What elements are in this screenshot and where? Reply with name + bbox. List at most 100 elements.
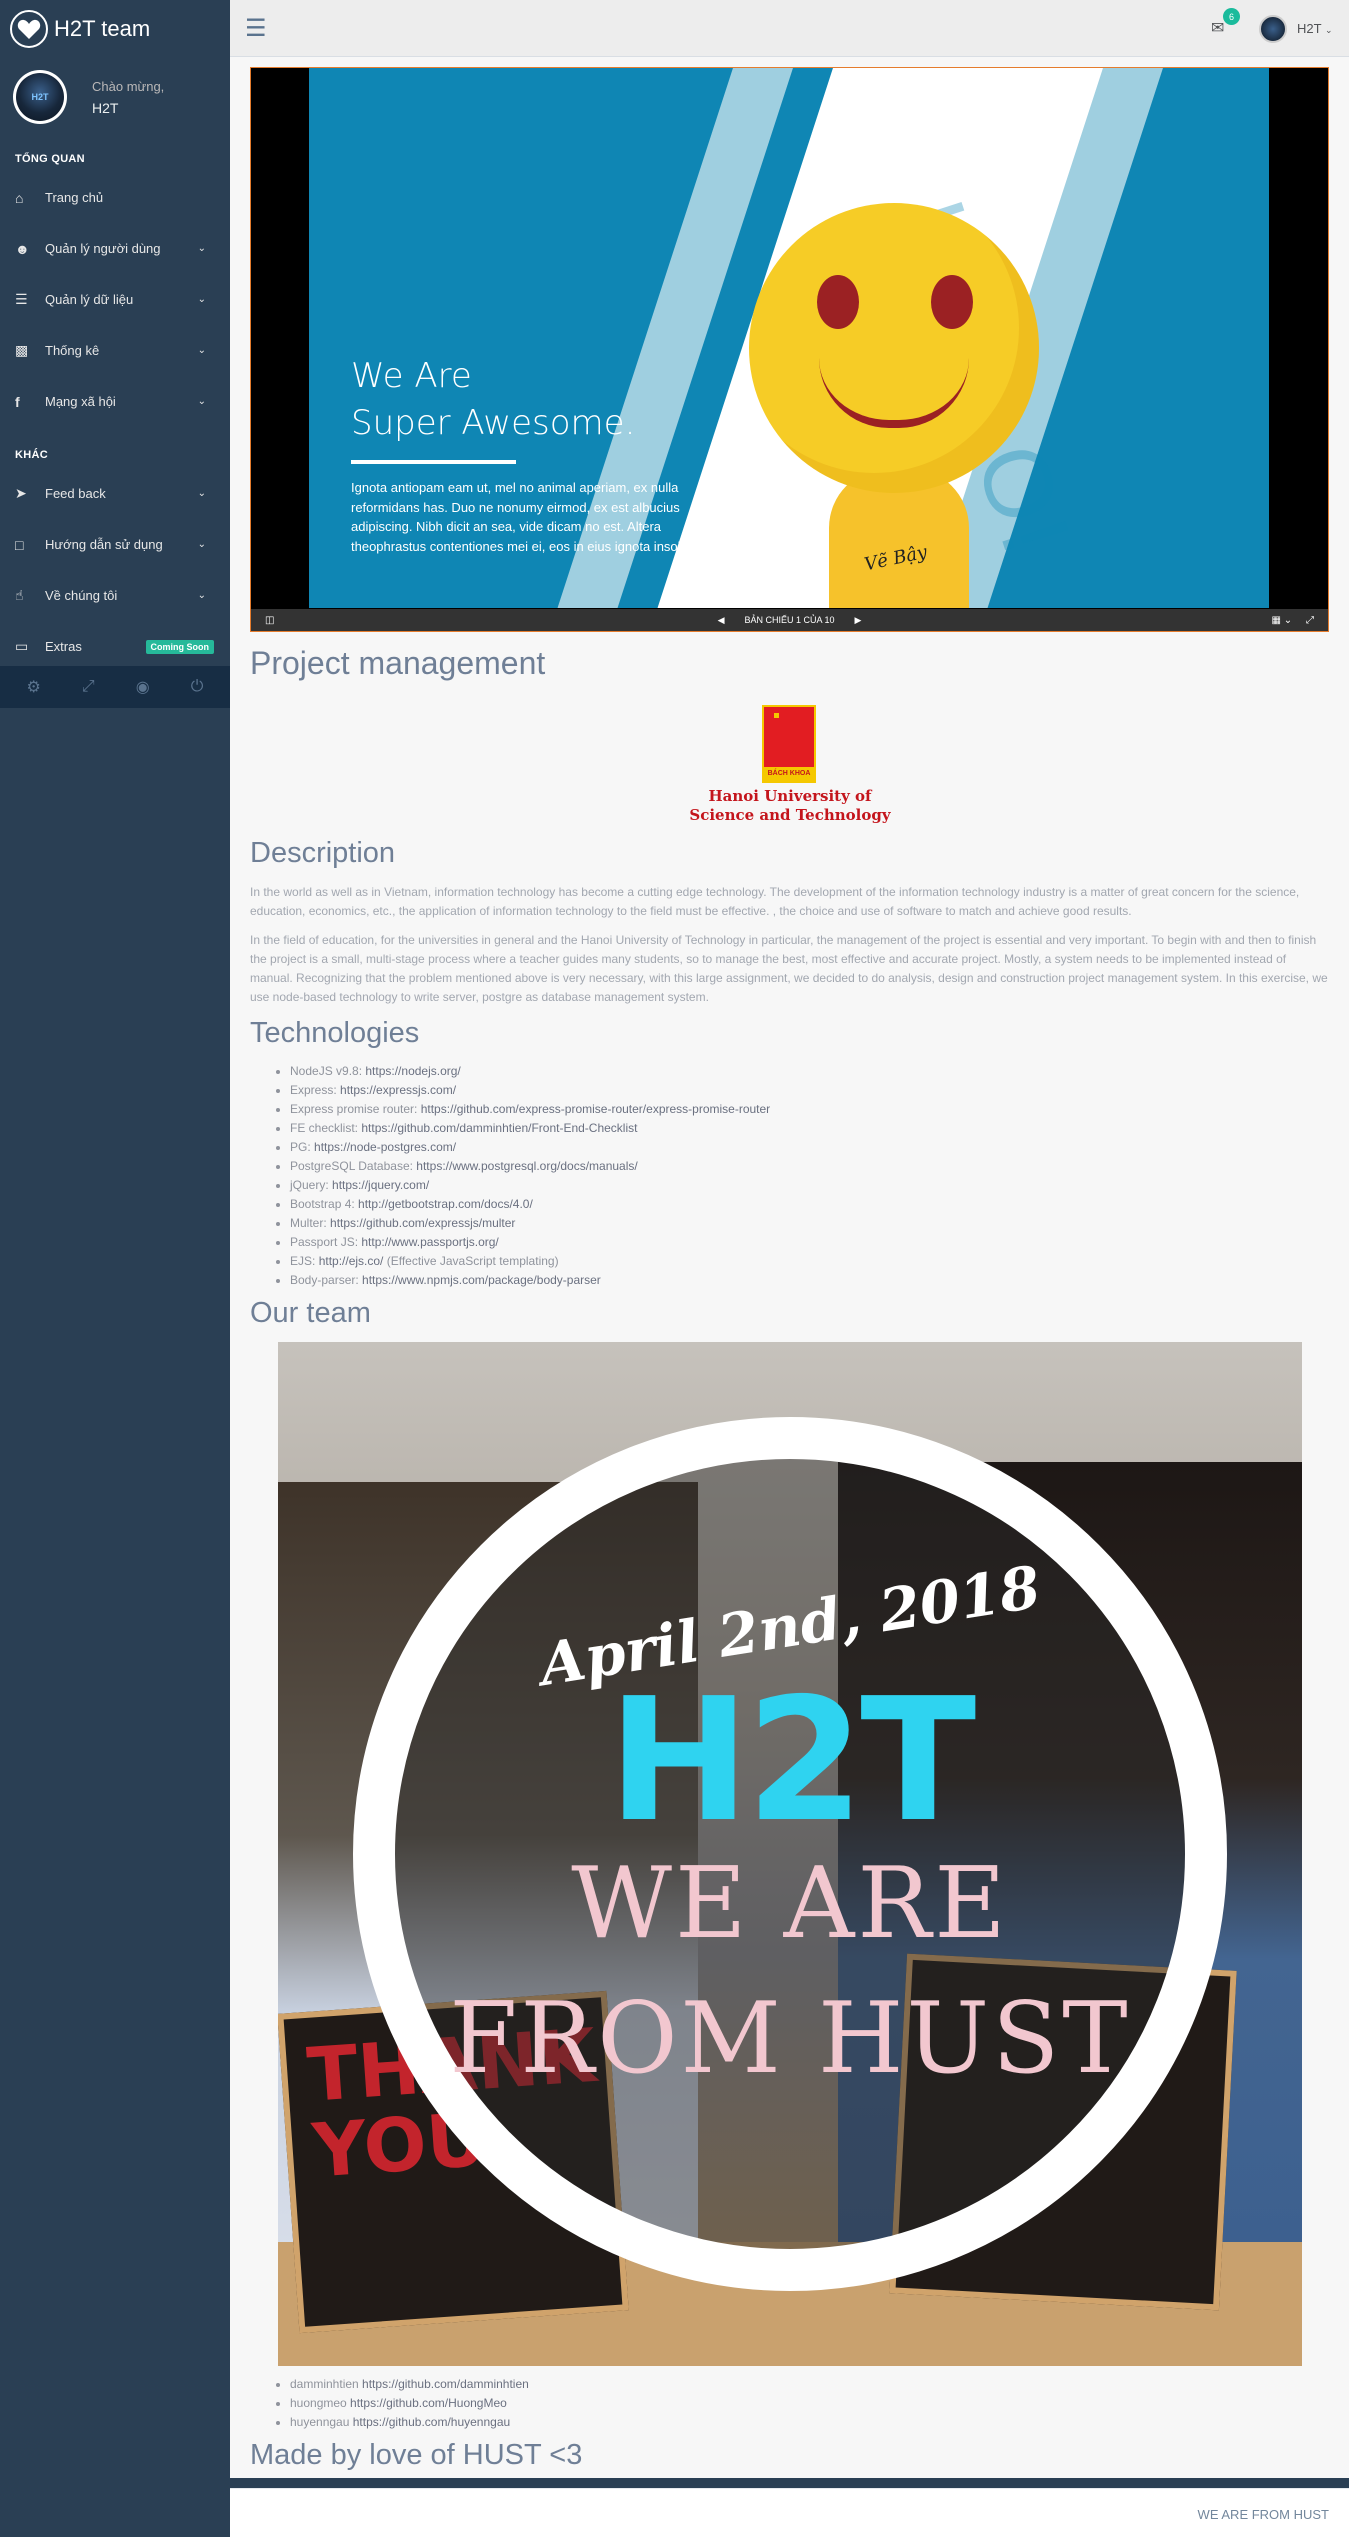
list-item: NodeJS v9.8: https://nodejs.org/ [290,1062,770,1081]
sidebar-item-label: Hướng dẫn sử dụng [45,537,163,552]
sidebar-item-extras[interactable]: ▭ Extras Coming Soon [0,621,230,672]
menu-toggle-icon[interactable]: ☰ [245,14,267,43]
made-by-title: Made by love of HUST <3 [250,2439,583,2471]
tech-link[interactable]: http://ejs.co/ [319,1254,384,1268]
menu-section-other: KHÁC [15,449,48,461]
tech-link[interactable]: https://github.com/damminhtien/Front-End… [361,1121,637,1135]
sidebar-item-feedback[interactable]: ➤ Feed back ⌄ [0,468,230,519]
prev-slide-icon[interactable]: ◀ [718,615,725,626]
team-title: Our team [250,1297,371,1329]
lock-icon[interactable]: ◉ [136,677,150,697]
chevron-down-icon: ⌄ [197,345,206,356]
list-item: FE checklist: https://github.com/damminh… [290,1119,770,1138]
slide-page-indicator: BẢN CHIẾU 1 CỦA 10 [744,615,835,625]
hust-logo-text: Hanoi University of Science and Technolo… [670,787,910,825]
laptop-icon: ▭ [15,638,29,654]
settings-icon[interactable]: ⚙ [27,677,41,697]
envelope-icon[interactable]: ✉ [1211,18,1224,38]
logo-line2: Science and Technology [689,806,891,824]
member-link[interactable]: https://github.com/huyenngau [353,2415,510,2429]
slide-heading: We Are Super Awesome. [351,353,635,447]
notes-icon[interactable]: ◫ [265,615,274,626]
brand-title: H2T team [54,15,151,41]
tech-link[interactable]: https://nodejs.org/ [365,1064,460,1078]
paper-plane-icon: ➤ [15,485,27,501]
member-link[interactable]: https://github.com/damminhtien [362,2377,529,2391]
list-item: Multer: https://github.com/expressjs/mul… [290,1214,770,1233]
hust-logo: BÁCH KHOA [762,705,816,783]
chevron-down-icon: ⌄ [197,590,206,601]
tech-link[interactable]: https://github.com/expressjs/multer [330,1216,515,1230]
sidebar-item-guide[interactable]: □ Hướng dẫn sử dụng ⌄ [0,519,230,570]
logo-badge: BÁCH KHOA [764,767,814,781]
logout-icon[interactable]: ⏻ [191,678,204,696]
chevron-down-icon: ⌄ [197,539,206,550]
tech-name: PG: [290,1140,315,1154]
photo-h2t: H2T [607,1662,977,1860]
fullscreen-icon[interactable]: ⤢ [82,678,95,696]
slide-heading-line2: Super Awesome. [351,403,636,443]
menu-section-overview: TỔNG QUAN [15,153,85,165]
technologies-list: NodeJS v9.8: https://nodejs.org/ Express… [290,1062,770,1290]
slide-divider [351,460,516,464]
tech-note: (Effective JavaScript templating) [383,1254,559,1268]
avatar[interactable]: H2T [13,70,67,124]
member-link[interactable]: https://github.com/HuongMeo [350,2396,507,2410]
technologies-title: Technologies [250,1017,420,1049]
tech-link[interactable]: https://jquery.com/ [332,1178,429,1192]
photo-line1: WE ARE [571,1847,1009,1961]
tech-link[interactable]: https://node-postgres.com/ [314,1140,456,1154]
tech-link[interactable]: https://www.npmjs.com/package/body-parse… [362,1273,601,1287]
sidebar-item-data[interactable]: ☰ Quản lý dữ liệu ⌄ [0,274,230,325]
tech-link[interactable]: http://www.passportjs.org/ [361,1235,498,1249]
fullscreen-icon[interactable]: ▦ ⌄ ⤢ [1272,615,1315,626]
list-item: EJS: http://ejs.co/ (Effective JavaScrip… [290,1252,770,1271]
tech-name: PostgreSQL Database: [290,1159,417,1173]
slideshow-controls: ◫ ◀ BẢN CHIẾU 1 CỦA 10 ▶ ▦ ⌄ ⤢ [251,609,1328,631]
tech-link[interactable]: https://expressjs.com/ [340,1083,456,1097]
tech-name: FE checklist: [290,1121,362,1135]
user-name: H2T [1297,21,1322,36]
next-slide-icon[interactable]: ▶ [855,615,862,626]
sidebar-item-stats[interactable]: ▩ Thống kê ⌄ [0,325,230,376]
profile-greeting: Chào mừng, [92,78,165,94]
sidebar: H2T team H2T Chào mừng, H2T TỔNG QUAN ⌂ … [0,0,230,2537]
tech-link[interactable]: https://github.com/express-promise-route… [421,1102,770,1116]
tech-link[interactable]: http://getbootstrap.com/docs/4.0/ [358,1197,533,1211]
sidebar-item-users[interactable]: ☻ Quản lý người dùng ⌄ [0,223,230,274]
description-paragraph: In the field of education, for the unive… [250,933,1328,1004]
tech-name: Passport JS: [290,1235,362,1249]
list-item: Express: https://expressjs.com/ [290,1081,770,1100]
smiley-eye [931,275,973,329]
thumbs-up-icon: ☝ [15,587,24,603]
tech-link[interactable]: https://www.postgresql.org/docs/manuals/ [416,1159,637,1173]
brand[interactable]: H2T team [0,0,230,57]
home-icon: ⌂ [15,189,24,206]
top-nav: ☰ ✉ 6 H2T ⌄ [230,0,1349,57]
user-menu[interactable]: H2T ⌄ [1297,21,1333,36]
member-name: huongmeo [290,2396,351,2410]
list-item: huongmeo https://github.com/HuongMeo [290,2394,529,2413]
list-item: PostgreSQL Database: https://www.postgre… [290,1157,770,1176]
list-item: Express promise router: https://github.c… [290,1100,770,1119]
slideshow-embed[interactable]: HELLO! We Are Super Awesome. Ignota anti… [250,67,1329,632]
sidebar-item-social[interactable]: f Mạng xã hội ⌄ [0,376,230,427]
list-item: jQuery: https://jquery.com/ [290,1176,770,1195]
sidebar-item-home[interactable]: ⌂ Trang chủ [0,172,230,223]
user-avatar[interactable] [1259,15,1287,43]
project-title: Project management [250,645,546,681]
database-icon: ☰ [15,291,28,307]
chevron-down-icon: ⌄ [1324,25,1333,35]
tech-name: NodeJS v9.8: [290,1064,366,1078]
users-icon: ☻ [15,240,30,257]
sidebar-item-label: Quản lý người dùng [45,241,161,256]
sidebar-item-label: Về chúng tôi [45,588,118,603]
logo-line1: Hanoi University of [708,787,872,805]
footer: WE ARE FROM HUST [230,2488,1349,2537]
slide: HELLO! We Are Super Awesome. Ignota anti… [309,68,1269,608]
sidebar-item-about[interactable]: ☝ Về chúng tôi ⌄ [0,570,230,621]
sidebar-item-label: Thống kê [45,343,100,358]
sidebar-footer: ⚙ ⤢ ◉ ⏻ [0,666,230,708]
team-photo: THANK YOU April 2nd, 2018 H2T WE ARE FRO… [278,1342,1302,2366]
tech-name: Body-parser: [290,1273,363,1287]
